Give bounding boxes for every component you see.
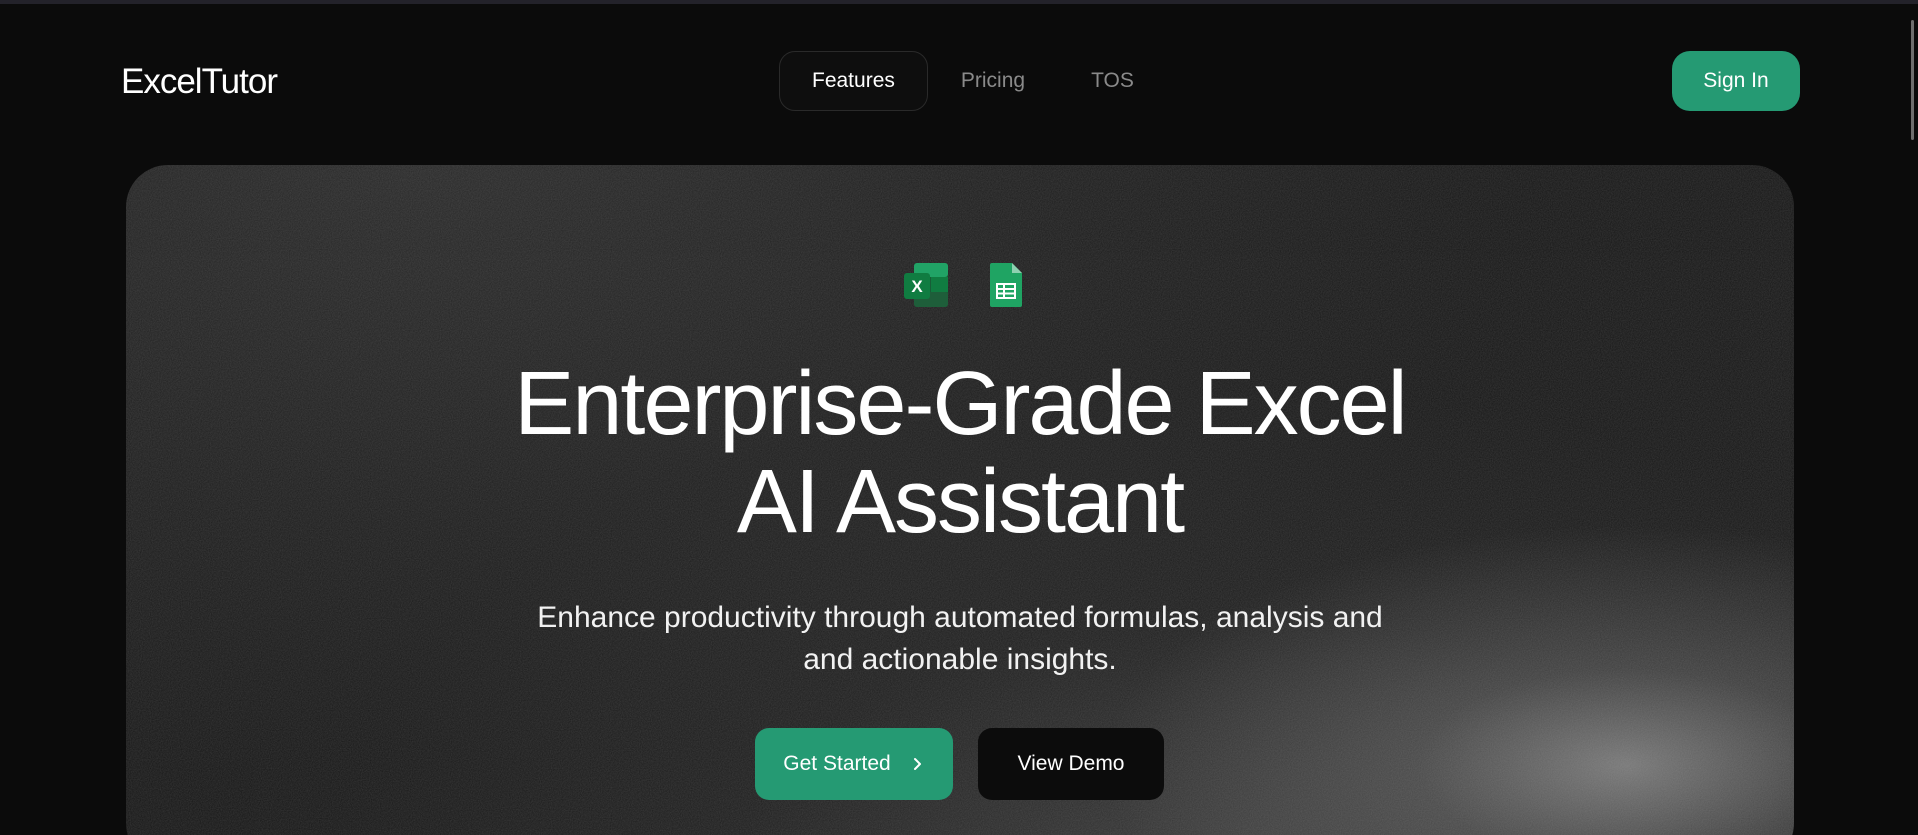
nav-item-features[interactable]: Features xyxy=(779,51,928,111)
sign-in-button[interactable]: Sign In xyxy=(1672,51,1800,111)
headline-line-1: Enterprise-Grade Excel xyxy=(514,354,1407,454)
get-started-button[interactable]: Get Started xyxy=(755,728,953,800)
view-demo-button[interactable]: View Demo xyxy=(978,728,1164,800)
scrollbar[interactable] xyxy=(1900,4,1918,835)
scrollbar-thumb[interactable] xyxy=(1911,20,1914,140)
main-nav: Features Pricing TOS xyxy=(779,51,1167,111)
excel-icon: X xyxy=(904,263,948,307)
page: ExcelTutor Features Pricing TOS Sign In … xyxy=(0,0,1918,835)
site-header: ExcelTutor Features Pricing TOS Sign In xyxy=(0,4,1900,154)
hero-card: X Enterprise-Grade Excel AI Assistant En… xyxy=(126,165,1794,835)
chevron-right-icon xyxy=(913,758,921,770)
logo[interactable]: ExcelTutor xyxy=(121,60,278,104)
google-sheets-icon xyxy=(990,263,1022,307)
headline-line-2: AI Assistant xyxy=(736,452,1185,552)
get-started-label: Get Started xyxy=(783,752,891,775)
subtitle-line-1: Enhance productivity through automated f… xyxy=(537,601,1383,634)
hero-subtitle: Enhance productivity through automated f… xyxy=(126,597,1794,681)
app-icons: X xyxy=(126,261,1794,309)
svg-text:X: X xyxy=(911,277,923,296)
cta-group: Get Started View Demo xyxy=(755,728,1164,800)
subtitle-line-2: and actionable insights. xyxy=(803,643,1117,676)
hero-headline: Enterprise-Grade Excel AI Assistant xyxy=(126,355,1794,551)
nav-item-tos[interactable]: TOS xyxy=(1058,51,1167,111)
nav-item-pricing[interactable]: Pricing xyxy=(928,51,1058,111)
